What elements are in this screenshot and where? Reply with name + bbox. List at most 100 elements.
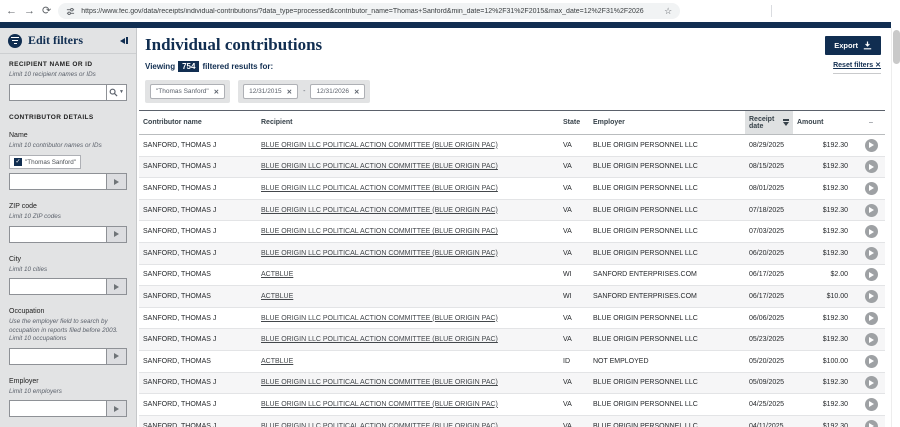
reset-filters-link[interactable]: Reset filters ✕ [833, 61, 881, 74]
expand-row-button[interactable] [865, 225, 878, 238]
recipient-cell: BLUE ORIGIN LLC POLITICAL ACTION COMMITT… [257, 156, 559, 178]
forward-icon[interactable]: → [24, 6, 35, 17]
state-cell: VA [559, 221, 589, 243]
state-cell: VA [559, 307, 589, 329]
recipient-link[interactable]: ACTBLUE [261, 293, 293, 300]
occupation-label: Occupation [9, 308, 127, 315]
city-submit-button[interactable] [106, 278, 127, 295]
recipient-link[interactable]: BLUE ORIGIN LLC POLITICAL ACTION COMMITT… [261, 423, 498, 427]
recipient-link[interactable]: BLUE ORIGIN LLC POLITICAL ACTION COMMITT… [261, 401, 498, 408]
recipient-link[interactable]: BLUE ORIGIN LLC POLITICAL ACTION COMMITT… [261, 163, 498, 170]
back-icon[interactable]: ← [6, 6, 17, 17]
employer-cell: BLUE ORIGIN PERSONNEL LLC [589, 199, 745, 221]
bookmark-star-icon[interactable]: ☆ [664, 6, 672, 17]
sort-descending-icon[interactable] [783, 119, 789, 126]
contributor-name-cell: SANFORD, THOMAS J [139, 221, 257, 243]
play-icon [869, 250, 874, 256]
city-label: City [9, 256, 127, 263]
actions-cell [857, 415, 885, 427]
receipt-date-cell: 06/17/2025 [745, 264, 793, 286]
address-bar[interactable]: https://www.fec.gov/data/receipts/indivi… [58, 3, 680, 19]
recipient-cell: BLUE ORIGIN LLC POLITICAL ACTION COMMITT… [257, 242, 559, 264]
expand-row-button[interactable] [865, 312, 878, 325]
expand-row-button[interactable] [865, 160, 878, 173]
arrow-right-icon [114, 353, 119, 359]
recipient-search-input[interactable] [9, 84, 106, 101]
recipient-link[interactable]: BLUE ORIGIN LLC POLITICAL ACTION COMMITT… [261, 250, 498, 257]
employer-cell: BLUE ORIGIN PERSONNEL LLC [589, 178, 745, 200]
url-text[interactable]: https://www.fec.gov/data/receipts/indivi… [81, 8, 658, 15]
table-row: SANFORD, THOMAS J BLUE ORIGIN LLC POLITI… [139, 135, 885, 157]
expand-row-button[interactable] [865, 420, 878, 427]
expand-row-button[interactable] [865, 290, 878, 303]
play-icon [869, 401, 874, 407]
contributor-name-submit-button[interactable] [106, 173, 127, 190]
expand-row-button[interactable] [865, 139, 878, 152]
employer-cell: BLUE ORIGIN PERSONNEL LLC [589, 372, 745, 394]
state-cell: VA [559, 372, 589, 394]
actions-cell [857, 156, 885, 178]
employer-label: Employer [9, 378, 127, 385]
recipient-link[interactable]: BLUE ORIGIN LLC POLITICAL ACTION COMMITT… [261, 228, 498, 235]
recipient-search-button[interactable]: ▼ [106, 84, 127, 101]
zip-submit-button[interactable] [106, 226, 127, 243]
expand-row-button[interactable] [865, 247, 878, 260]
table-row: SANFORD, THOMAS ACTBLUE WI SANFORD ENTER… [139, 264, 885, 286]
col-receipt-date[interactable]: Receipt date [745, 111, 793, 135]
recipient-link[interactable]: ACTBLUE [261, 358, 293, 365]
recipient-cell: BLUE ORIGIN LLC POLITICAL ACTION COMMITT… [257, 199, 559, 221]
reload-icon[interactable]: ⟳ [42, 6, 51, 17]
contributor-name-filter-tag[interactable]: ✓ "Thomas Sanford" [9, 155, 81, 169]
export-button[interactable]: Export [825, 36, 881, 55]
collapse-sidebar-button[interactable] [120, 37, 128, 44]
contributor-name-cell: SANFORD, THOMAS J [139, 178, 257, 200]
actions-cell [857, 372, 885, 394]
remove-date-to-filter-icon[interactable]: ✕ [354, 88, 359, 96]
expand-row-button[interactable] [865, 398, 878, 411]
employer-submit-button[interactable] [106, 400, 127, 417]
receipt-date-cell: 06/17/2025 [745, 286, 793, 308]
expand-row-button[interactable] [865, 268, 878, 281]
recipient-link[interactable]: ACTBLUE [261, 271, 293, 278]
site-settings-icon[interactable] [66, 7, 75, 16]
checkbox-checked-icon[interactable]: ✓ [14, 158, 22, 166]
arrow-right-icon [114, 179, 119, 185]
employer-input[interactable] [9, 400, 106, 417]
recipient-link[interactable]: BLUE ORIGIN LLC POLITICAL ACTION COMMITT… [261, 207, 498, 214]
viewing-prefix: Viewing [145, 62, 175, 71]
page-scrollbar[interactable] [891, 28, 900, 427]
expand-row-button[interactable] [865, 333, 878, 346]
table-row: SANFORD, THOMAS J BLUE ORIGIN LLC POLITI… [139, 221, 885, 243]
table-body: SANFORD, THOMAS J BLUE ORIGIN LLC POLITI… [139, 135, 885, 427]
employer-hint: Limit 10 employers [9, 388, 127, 397]
remove-name-filter-icon[interactable]: ✕ [214, 88, 219, 96]
expand-row-button[interactable] [865, 355, 878, 368]
actions-cell [857, 329, 885, 351]
recipient-link[interactable]: BLUE ORIGIN LLC POLITICAL ACTION COMMITT… [261, 185, 498, 192]
play-icon [869, 423, 874, 427]
expand-row-button[interactable] [865, 182, 878, 195]
expand-row-button[interactable] [865, 376, 878, 389]
scrollbar-thumb[interactable] [893, 30, 900, 64]
state-cell: VA [559, 394, 589, 416]
recipient-link[interactable]: BLUE ORIGIN LLC POLITICAL ACTION COMMITT… [261, 142, 498, 149]
zip-input[interactable] [9, 226, 106, 243]
state-cell: VA [559, 199, 589, 221]
recipient-link[interactable]: BLUE ORIGIN LLC POLITICAL ACTION COMMITT… [261, 379, 498, 386]
occupation-input[interactable] [9, 348, 106, 365]
expand-row-button[interactable] [865, 204, 878, 217]
employer-cell: BLUE ORIGIN PERSONNEL LLC [589, 242, 745, 264]
state-cell: VA [559, 156, 589, 178]
remove-date-from-filter-icon[interactable]: ✕ [287, 88, 292, 96]
actions-cell [857, 242, 885, 264]
occupation-submit-button[interactable] [106, 348, 127, 365]
contributor-name-input[interactable] [9, 173, 106, 190]
city-input[interactable] [9, 278, 106, 295]
play-icon [869, 337, 874, 343]
state-cell: VA [559, 135, 589, 157]
contributor-name-filter-label: "Thomas Sanford" [25, 159, 76, 166]
table-row: SANFORD, THOMAS J BLUE ORIGIN LLC POLITI… [139, 178, 885, 200]
employer-cell: BLUE ORIGIN PERSONNEL LLC [589, 415, 745, 427]
recipient-link[interactable]: BLUE ORIGIN LLC POLITICAL ACTION COMMITT… [261, 336, 498, 343]
recipient-link[interactable]: BLUE ORIGIN LLC POLITICAL ACTION COMMITT… [261, 315, 498, 322]
